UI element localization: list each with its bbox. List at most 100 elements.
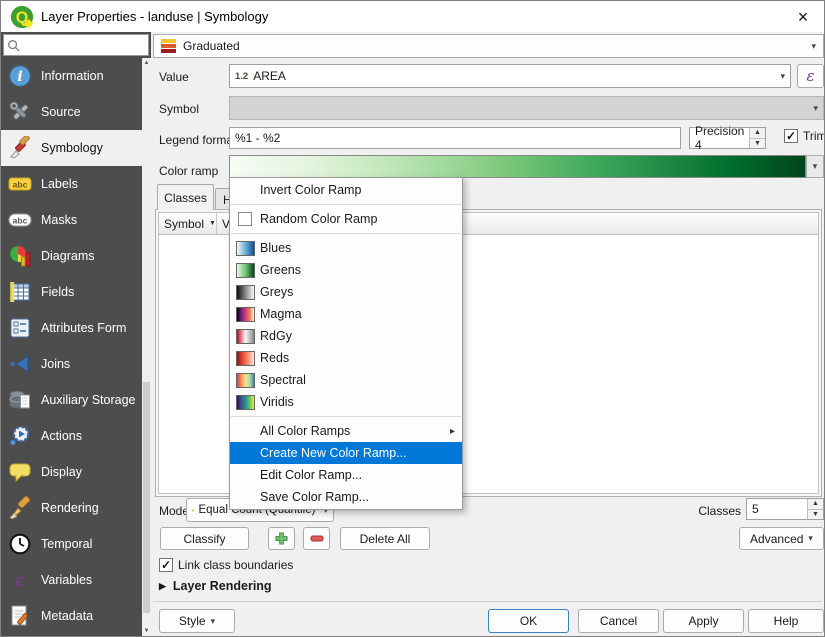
color-ramp-dropdown-button[interactable]: ▾ bbox=[806, 155, 824, 178]
layer-rendering-expander[interactable]: ▶ Layer Rendering bbox=[159, 579, 272, 593]
spin-down-icon[interactable]: ▼ bbox=[808, 510, 823, 520]
sidebar-item-label: Metadata bbox=[41, 609, 93, 623]
sidebar-item-label: Masks bbox=[41, 213, 77, 227]
chevron-down-icon: ▾ bbox=[808, 534, 813, 543]
renderer-select[interactable]: Graduated ▾ bbox=[153, 34, 824, 58]
svg-text:abc: abc bbox=[13, 180, 28, 190]
tab-classes[interactable]: Classes bbox=[157, 184, 214, 210]
sidebar-item-label: Source bbox=[41, 105, 81, 119]
menu-item-ramp-blues[interactable]: Blues bbox=[230, 237, 462, 259]
sidebar-item-actions[interactable]: Actions bbox=[1, 418, 142, 454]
sort-indicator-icon: ▼ bbox=[209, 220, 216, 227]
sidebar-item-label: Rendering bbox=[41, 501, 99, 515]
speech-bubble-icon bbox=[8, 460, 32, 484]
menu-separator bbox=[231, 204, 461, 205]
menu-item-save-color-ramp[interactable]: Save Color Ramp... bbox=[230, 486, 462, 508]
sidebar-item-source[interactable]: Source bbox=[1, 94, 142, 130]
trim-checkbox[interactable]: ✓ bbox=[784, 129, 798, 143]
menu-item-ramp-greys[interactable]: Greys bbox=[230, 281, 462, 303]
layer-rendering-label: Layer Rendering bbox=[173, 579, 272, 593]
add-class-button[interactable] bbox=[268, 527, 295, 550]
sidebar-item-label: Symbology bbox=[41, 141, 103, 155]
spin-up-icon[interactable]: ▲ bbox=[750, 128, 765, 139]
render-brush-icon bbox=[8, 496, 32, 520]
expander-arrow-icon: ▶ bbox=[159, 581, 166, 592]
classes-spinbox[interactable]: 5 ▲▼ bbox=[746, 498, 824, 520]
link-class-boundaries-row[interactable]: ✓ Link class boundaries bbox=[159, 558, 293, 572]
sidebar-item-symbology[interactable]: Symbology bbox=[1, 130, 142, 166]
sidebar-item-diagrams[interactable]: Diagrams bbox=[1, 238, 142, 274]
sidebar-item-rendering[interactable]: Rendering bbox=[1, 490, 142, 526]
help-button[interactable]: Help bbox=[748, 609, 824, 633]
join-arrow-icon bbox=[8, 352, 32, 376]
classify-button[interactable]: Classify bbox=[160, 527, 249, 550]
style-button[interactable]: Style ▾ bbox=[159, 609, 235, 633]
abc-mask-icon: abc bbox=[8, 208, 32, 232]
symbol-field[interactable]: ▾ bbox=[229, 96, 824, 120]
scrollbar-thumb[interactable] bbox=[143, 382, 150, 613]
legend-format-input[interactable]: %1 - %2 bbox=[229, 127, 681, 149]
menu-item-ramp-greens[interactable]: Greens bbox=[230, 259, 462, 281]
mode-label: Mode bbox=[159, 504, 189, 518]
submenu-arrow-icon: ▸ bbox=[450, 426, 455, 437]
sidebar-item-information[interactable]: i Information bbox=[1, 58, 142, 94]
footer-separator bbox=[153, 601, 822, 602]
spectral-ramp-swatch bbox=[236, 373, 255, 388]
menu-item-random-color-ramp[interactable]: Random Color Ramp bbox=[230, 208, 462, 230]
menu-item-create-new-color-ramp[interactable]: Create New Color Ramp... bbox=[230, 442, 462, 464]
random-ramp-checkbox[interactable] bbox=[238, 212, 252, 226]
legend-format-label: Legend format bbox=[159, 133, 236, 147]
sidebar-item-auxiliary-storage[interactable]: Auxiliary Storage bbox=[1, 382, 142, 418]
sidebar-item-labels[interactable]: abc Labels bbox=[1, 166, 142, 202]
trim-checkbox-row[interactable]: ✓ Trim bbox=[784, 129, 825, 143]
link-class-boundaries-checkbox[interactable]: ✓ bbox=[159, 558, 173, 572]
delete-all-button[interactable]: Delete All bbox=[340, 527, 430, 550]
column-header-symbol[interactable]: Symbol ▼ bbox=[159, 213, 217, 234]
abc-label-icon: abc bbox=[8, 172, 32, 196]
sidebar-item-attributes-form[interactable]: Attributes Form bbox=[1, 310, 142, 346]
sidebar-item-label: Actions bbox=[41, 429, 82, 443]
quantile-mode-icon bbox=[192, 503, 194, 518]
viridis-ramp-swatch bbox=[236, 395, 255, 410]
information-icon: i bbox=[8, 64, 32, 88]
expression-builder-button[interactable]: ε bbox=[797, 64, 824, 88]
scroll-down-icon[interactable]: ▼ bbox=[142, 626, 151, 636]
sidebar-item-masks[interactable]: abc Masks bbox=[1, 202, 142, 238]
search-box[interactable] bbox=[3, 34, 149, 56]
sidebar-item-variables[interactable]: ε Variables bbox=[1, 562, 142, 598]
menu-item-ramp-rdgy[interactable]: RdGy bbox=[230, 325, 462, 347]
menu-item-ramp-reds[interactable]: Reds bbox=[230, 347, 462, 369]
scroll-up-icon[interactable]: ▲ bbox=[142, 58, 151, 68]
sidebar-item-joins[interactable]: Joins bbox=[1, 346, 142, 382]
form-icon bbox=[8, 316, 32, 340]
advanced-button[interactable]: Advanced ▾ bbox=[739, 527, 824, 550]
chevron-down-icon: ▾ bbox=[211, 617, 216, 626]
value-field-text: AREA bbox=[253, 69, 286, 83]
chevron-down-icon[interactable]: ▾ bbox=[776, 71, 785, 82]
remove-class-button[interactable] bbox=[303, 527, 330, 550]
menu-item-all-color-ramps[interactable]: All Color Ramps ▸ bbox=[230, 420, 462, 442]
color-ramp-preview[interactable] bbox=[229, 155, 806, 178]
menu-item-ramp-spectral[interactable]: Spectral bbox=[230, 369, 462, 391]
menu-item-ramp-magma[interactable]: Magma bbox=[230, 303, 462, 325]
menu-item-edit-color-ramp[interactable]: Edit Color Ramp... bbox=[230, 464, 462, 486]
sidebar-item-fields[interactable]: Fields bbox=[1, 274, 142, 310]
search-input[interactable] bbox=[23, 38, 145, 52]
ok-button[interactable]: OK bbox=[488, 609, 569, 633]
table-fields-icon bbox=[8, 280, 32, 304]
precision-spinbox[interactable]: Precision 4 ▲▼ bbox=[689, 127, 766, 149]
value-field[interactable]: 1.2 AREA ▾ bbox=[229, 64, 791, 88]
spin-up-icon[interactable]: ▲ bbox=[808, 499, 823, 510]
apply-button[interactable]: Apply bbox=[663, 609, 744, 633]
greys-ramp-swatch bbox=[236, 285, 255, 300]
sidebar-item-temporal[interactable]: Temporal bbox=[1, 526, 142, 562]
sidebar-scrollbar[interactable]: ▲ ▼ bbox=[142, 58, 151, 636]
spin-down-icon[interactable]: ▼ bbox=[750, 139, 765, 149]
menu-item-invert-color-ramp[interactable]: Invert Color Ramp bbox=[230, 179, 462, 201]
menu-item-ramp-viridis[interactable]: Viridis bbox=[230, 391, 462, 413]
sidebar-item-display[interactable]: Display bbox=[1, 454, 142, 490]
cancel-button[interactable]: Cancel bbox=[578, 609, 659, 633]
sidebar-item-metadata[interactable]: Metadata bbox=[1, 598, 142, 634]
chevron-down-icon[interactable]: ▾ bbox=[809, 103, 818, 114]
close-icon[interactable]: × bbox=[791, 8, 815, 26]
